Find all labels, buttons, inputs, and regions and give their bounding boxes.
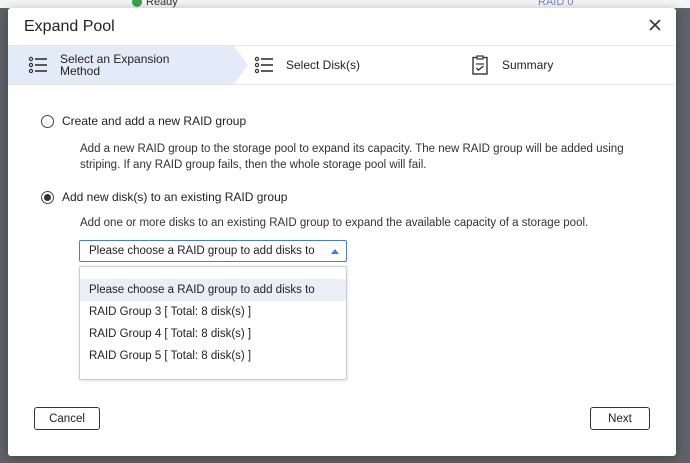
step-label: Select an Expansion Method <box>60 52 170 78</box>
background-status: Ready <box>132 0 178 8</box>
step-label: Summary <box>502 58 554 72</box>
raid-group-dropdown: Please choose a RAID group to add disks … <box>79 266 347 380</box>
option-create-new-raid[interactable]: Create and add a new RAID group <box>41 114 246 128</box>
caret-up-icon <box>331 249 339 254</box>
step-label: Select Disk(s) <box>286 58 361 72</box>
background-raid-text: RAID 0 <box>538 0 574 8</box>
option-add-existing-raid[interactable]: Add new disk(s) to an existing RAID grou… <box>41 190 287 204</box>
dropdown-option[interactable]: RAID Group 3 [ Total: 8 disk(s) ] <box>80 301 346 323</box>
option-label: Add new disk(s) to an existing RAID grou… <box>62 190 288 204</box>
close-icon[interactable] <box>646 16 664 34</box>
dropdown-option[interactable]: RAID Group 5 [ Total: 8 disk(s) ] <box>80 345 346 367</box>
option-label: Create and add a new RAID group <box>62 114 247 128</box>
step-summary: Summary <box>454 46 553 84</box>
option-description: Add one or more disks to an existing RAI… <box>80 217 589 229</box>
select-value: Please choose a RAID group to add disks … <box>89 245 315 257</box>
background-status-text: Ready <box>146 0 178 8</box>
dropdown-option[interactable]: RAID Group 4 [ Total: 8 disk(s) ] <box>80 323 346 345</box>
radio-add-existing[interactable] <box>41 190 54 204</box>
step-select-method: Select an Expansion Method <box>8 46 248 84</box>
dropdown-option[interactable]: Please choose a RAID group to add disks … <box>80 279 346 301</box>
list-icon <box>28 55 48 75</box>
status-check-icon <box>132 0 142 7</box>
option-description: Add a new RAID group to the storage pool… <box>80 143 624 171</box>
radio-create-new[interactable] <box>41 114 54 128</box>
background-app-strip <box>0 0 690 8</box>
dialog-title: Expand Pool <box>24 18 115 35</box>
raid-group-select[interactable]: Please choose a RAID group to add disks … <box>79 240 347 262</box>
next-button[interactable]: Next <box>590 407 650 430</box>
list-icon <box>254 55 274 75</box>
expand-pool-dialog: Expand Pool Select an Expansion Method S… <box>8 8 676 456</box>
wizard-steps: Select an Expansion Method Select Disk(s… <box>8 45 676 85</box>
cancel-button[interactable]: Cancel <box>34 407 100 430</box>
step-select-disks: Select Disk(s) <box>234 46 454 84</box>
clipboard-icon <box>470 55 490 75</box>
